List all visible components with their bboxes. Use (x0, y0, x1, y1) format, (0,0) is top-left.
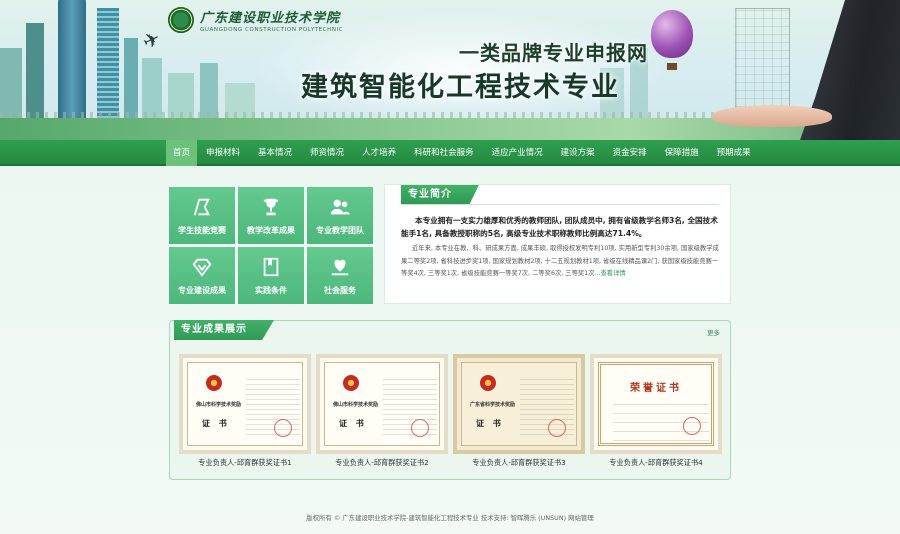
tile-practice-conditions[interactable]: 实践条件 (238, 247, 304, 304)
intro-paragraph-1: 本专业拥有一支实力雄厚和优秀的教师团队, 团队成员中, 拥有省级教学名师3名, … (401, 216, 718, 238)
hot-air-balloon-icon (651, 10, 693, 58)
certificate-caption[interactable]: 专业负责人-邱育群获奖证书2 (316, 458, 448, 468)
major-title: 建筑智能化工程技术专业 (301, 72, 620, 103)
certificate-org: 广东省科学技术奖励 (470, 402, 516, 408)
nav-item[interactable]: 适应产业情况 (483, 140, 552, 166)
site-title: 一类品牌专业申报网 (459, 41, 648, 65)
tile-label: 专业建设成果 (178, 286, 226, 295)
tile-teaching-team[interactable]: 专业教学团队 (307, 187, 373, 244)
national-emblem-icon (343, 375, 359, 391)
achievements-section: 专业成果展示 更多 佛山市科学技术奖励 证 书 专业负责人-邱育群获奖证书1 佛… (169, 320, 731, 480)
flag-icon (193, 198, 210, 216)
seal-stamp-icon (548, 419, 566, 437)
airplane-icon: ✈ (138, 25, 165, 55)
intro-paragraph-2: 近年来, 本专业在教、科、研成果方面, 成果丰硕, 取得授权发明专利10项, 实… (401, 243, 721, 281)
school-logo[interactable]: 广东建设职业技术学院 GUANGDONG CONSTRUCTION POLYTE… (168, 7, 343, 33)
skyline-building (26, 23, 44, 118)
seal-stamp-icon (274, 419, 292, 437)
book-icon (263, 257, 279, 277)
intro-more-link[interactable]: ...查看详情 (594, 270, 625, 277)
certificate-caption[interactable]: 专业负责人-邱育群获奖证书1 (179, 458, 311, 468)
team-icon (330, 199, 351, 215)
intro-heading: 专业简介 (401, 185, 479, 204)
skyline-building (0, 48, 22, 118)
nav-item[interactable]: 预期成果 (708, 140, 760, 166)
nav-item[interactable]: 基本情况 (249, 140, 301, 166)
nav-item[interactable]: 师资情况 (301, 140, 353, 166)
certificate-card[interactable]: 荣誉证书 (590, 354, 722, 454)
certificate-card[interactable]: 广东省科学技术奖励 证 书 (453, 354, 585, 454)
certificate-title: 证 书 (202, 419, 230, 428)
skyline-building (58, 0, 86, 118)
nav-item[interactable]: 科研和社会服务 (405, 140, 483, 166)
certificate-caption[interactable]: 专业负责人-邱育群获奖证书4 (590, 458, 722, 468)
nav-list: 首页 申报材料 基本情况 师资情况 人才培养 科研和社会服务 适应产业情况 建设方案 资金安排保… (166, 140, 760, 166)
seal-stamp-icon (411, 419, 429, 437)
main-nav: 首页 申报材料 基本情况 师资情况 人才培养 科研和社会服务 适应产业情况 建设方案 资金安排保… (0, 140, 900, 166)
national-emblem-icon (480, 375, 496, 391)
footer-copyright: 版权所有 © 广东建设职业技术学院-建筑智能化工程技术专业 技术支持: 智晖腾乐… (306, 514, 594, 522)
nav-item[interactable]: 申报材料 (197, 140, 249, 166)
certificate-org: 佛山市科学技术奖励 (333, 402, 379, 408)
school-name-en: GUANGDONG CONSTRUCTION POLYTECHNIC (200, 27, 344, 33)
tile-student-competition[interactable]: 学生技能竞赛 (169, 187, 235, 244)
intro-divider (401, 204, 719, 205)
nav-item[interactable]: 保障措施 (656, 140, 708, 166)
tile-label: 学生技能竞赛 (178, 226, 226, 235)
seal-stamp-icon (683, 417, 701, 435)
skyline-building (200, 63, 218, 118)
certificate-image: 佛山市科学技术奖励 证 书 (324, 362, 440, 446)
intro-panel: 专业简介 本专业拥有一支实力雄厚和优秀的教师团队, 团队成员中, 拥有省级教学名… (384, 184, 731, 304)
balloon-basket (667, 63, 677, 70)
nav-item[interactable]: 资金安排 (604, 140, 656, 166)
certificate-caption[interactable]: 专业负责人-邱育群获奖证书3 (453, 458, 585, 468)
skyline-building (97, 8, 119, 118)
school-emblem-icon (168, 7, 194, 33)
nav-item[interactable]: 建设方案 (552, 140, 604, 166)
certificate-card[interactable]: 佛山市科学技术奖励 证 书 (316, 354, 448, 454)
achievements-more-link[interactable]: 更多 (707, 327, 720, 337)
banner: ✈ 广东建设职业技术学院 GUANGDONG CONSTRUCTION POLY… (0, 0, 900, 140)
sketch-building (735, 8, 790, 108)
skyline-building (124, 38, 138, 118)
quick-links-grid: 学生技能竞赛 教学改革成果 专业教学团队 专业建设成果 实践条件 社会服务 (169, 187, 373, 305)
tile-label: 实践条件 (255, 286, 287, 295)
open-hand (712, 105, 832, 127)
certificate-title: 证 书 (476, 419, 504, 428)
certificate-image: 佛山市科学技术奖励 证 书 (187, 362, 303, 446)
certificate-org: 佛山市科学技术奖励 (196, 402, 242, 408)
national-emblem-icon (206, 375, 222, 391)
tile-label: 教学改革成果 (247, 226, 295, 235)
tile-label: 专业教学团队 (316, 226, 364, 235)
certificate-card[interactable]: 佛山市科学技术奖励 证 书 (179, 354, 311, 454)
tile-social-service[interactable]: 社会服务 (307, 247, 373, 304)
tile-teaching-reform[interactable]: 教学改革成果 (238, 187, 304, 244)
certificate-image: 广东省科学技术奖励 证 书 (461, 362, 577, 446)
certificate-image: 荣誉证书 (598, 362, 714, 446)
certificate-title: 荣誉证书 (630, 383, 682, 394)
certificate-title: 证 书 (339, 419, 367, 428)
achievements-heading: 专业成果展示 (174, 320, 274, 340)
heart-hand-icon (331, 259, 349, 276)
skyline-building (142, 58, 162, 118)
nav-item[interactable]: 人才培养 (353, 140, 405, 166)
tile-construction-results[interactable]: 专业建设成果 (169, 247, 235, 304)
trophy-icon (263, 198, 279, 216)
tile-label: 社会服务 (324, 286, 356, 295)
nav-item[interactable]: 首页 (166, 140, 198, 166)
school-name-cn: 广东建设职业技术学院 (200, 11, 341, 26)
diamond-icon (192, 258, 212, 277)
intro-paragraph-2-text: 近年来, 本专业在教、科、研成果方面, 成果丰硕, 取得授权发明专利10项, 实… (401, 245, 719, 277)
